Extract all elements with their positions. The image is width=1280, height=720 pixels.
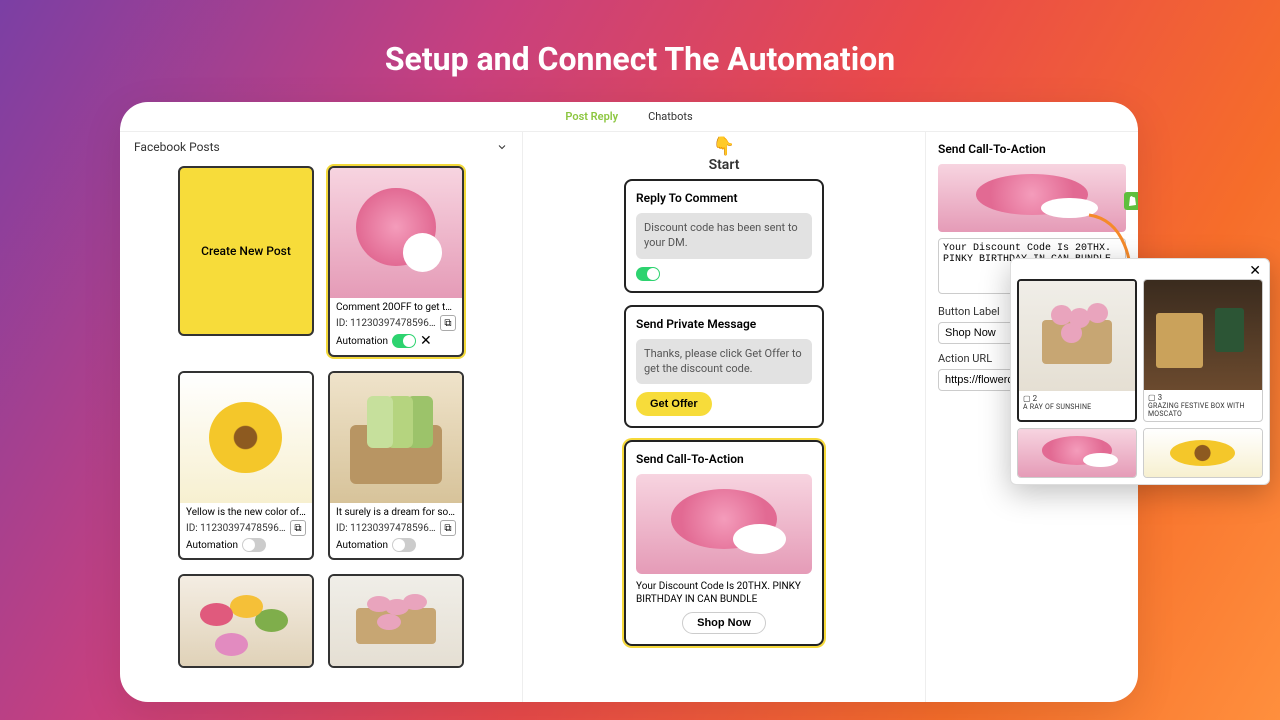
product-image [1144, 429, 1262, 477]
app-window: Post Reply Chatbots Facebook Posts Creat… [120, 102, 1138, 702]
automation-label: Automation [336, 540, 388, 551]
product-name: A RAY OF SUNSHINE [1023, 403, 1131, 411]
product-rank: ▢ 2 [1023, 394, 1131, 403]
node-title: Reply To Comment [636, 191, 812, 205]
node-title: Send Call-To-Action [636, 452, 812, 466]
node-title: Send Private Message [636, 317, 812, 331]
flow-canvas: 👇 Start Reply To Comment Discount code h… [523, 132, 925, 702]
close-icon[interactable]: ✕ [420, 333, 432, 349]
start-label: Start [709, 157, 740, 173]
product-card[interactable]: ▢ 2 A RAY OF SUNSHINE [1017, 279, 1137, 422]
node-reply-comment[interactable]: Reply To Comment Discount code has been … [624, 179, 824, 293]
selected-image[interactable] [938, 164, 1126, 232]
post-caption: Comment 20OFF to get the … [336, 302, 456, 313]
automation-toggle[interactable] [392, 334, 416, 348]
product-image [1019, 281, 1135, 391]
automation-label: Automation [336, 336, 388, 347]
post-image [330, 168, 462, 298]
post-card[interactable] [178, 574, 314, 668]
post-image [330, 576, 462, 666]
product-name: GRAZING FESTIVE BOX WITH MOSCATO [1148, 402, 1258, 418]
copy-id-button[interactable]: ⧉ [440, 315, 456, 331]
left-header-label: Facebook Posts [134, 140, 220, 154]
node-message: Discount code has been sent to your DM. [636, 213, 812, 259]
node-call-to-action[interactable]: Send Call-To-Action Your Discount Code I… [624, 440, 824, 646]
post-image [180, 576, 312, 666]
automation-toggle[interactable] [242, 538, 266, 552]
product-image [1144, 280, 1262, 390]
node-message: Thanks, please click Get Offer to get th… [636, 339, 812, 385]
post-caption: It surely is a dream for som… [336, 507, 456, 518]
product-rank: ▢ 3 [1148, 393, 1258, 402]
post-image [180, 373, 312, 503]
left-panel: Facebook Posts Create New Post Comment 2… [120, 132, 523, 702]
product-image [1018, 429, 1136, 477]
get-offer-button[interactable]: Get Offer [636, 392, 712, 416]
tab-chatbots[interactable]: Chatbots [648, 110, 693, 123]
node-private-message[interactable]: Send Private Message Thanks, please clic… [624, 305, 824, 429]
left-header[interactable]: Facebook Posts [120, 132, 522, 162]
right-panel-title: Send Call-To-Action [938, 142, 1126, 156]
post-card[interactable]: It surely is a dream for som… ID: 112303… [328, 371, 464, 560]
copy-id-button[interactable]: ⧉ [440, 520, 456, 536]
product-picker-popup: ✕ ▢ 2 A RAY OF SUNSHINE ▢ 3 GRAZING FEST… [1010, 258, 1270, 485]
post-caption: Yellow is the new color of lov… [186, 507, 306, 518]
post-card[interactable]: Comment 20OFF to get the … ID: 112303974… [328, 166, 464, 357]
product-card[interactable] [1017, 428, 1137, 478]
post-id: ID: 112303974785969… [186, 523, 286, 534]
create-new-post-label: Create New Post [201, 244, 291, 258]
copy-id-button[interactable]: ⧉ [290, 520, 306, 536]
product-card[interactable]: ▢ 3 GRAZING FESTIVE BOX WITH MOSCATO [1143, 279, 1263, 422]
post-id: ID: 112303974785969… [336, 318, 436, 329]
automation-toggle[interactable] [392, 538, 416, 552]
automation-label: Automation [186, 540, 238, 551]
post-card[interactable]: Yellow is the new color of lov… ID: 1123… [178, 371, 314, 560]
shop-now-button[interactable]: Shop Now [682, 612, 766, 634]
shopify-icon[interactable] [1124, 192, 1138, 210]
product-card[interactable] [1143, 428, 1263, 478]
create-new-post-button[interactable]: Create New Post [178, 166, 314, 336]
post-image [330, 373, 462, 503]
cta-message: Your Discount Code Is 20THX. PINKY BIRTH… [636, 580, 812, 606]
reply-toggle[interactable] [636, 267, 660, 281]
hero-title: Setup and Connect The Automation [0, 0, 1280, 78]
tabs: Post Reply Chatbots [120, 102, 1138, 132]
point-down-icon: 👇 [709, 136, 740, 157]
chevron-down-icon [496, 141, 508, 153]
post-card[interactable] [328, 574, 464, 668]
tab-post-reply[interactable]: Post Reply [565, 110, 618, 123]
close-icon[interactable]: ✕ [1249, 263, 1261, 279]
post-id: ID: 112303974785969… [336, 523, 436, 534]
cta-image [636, 474, 812, 574]
